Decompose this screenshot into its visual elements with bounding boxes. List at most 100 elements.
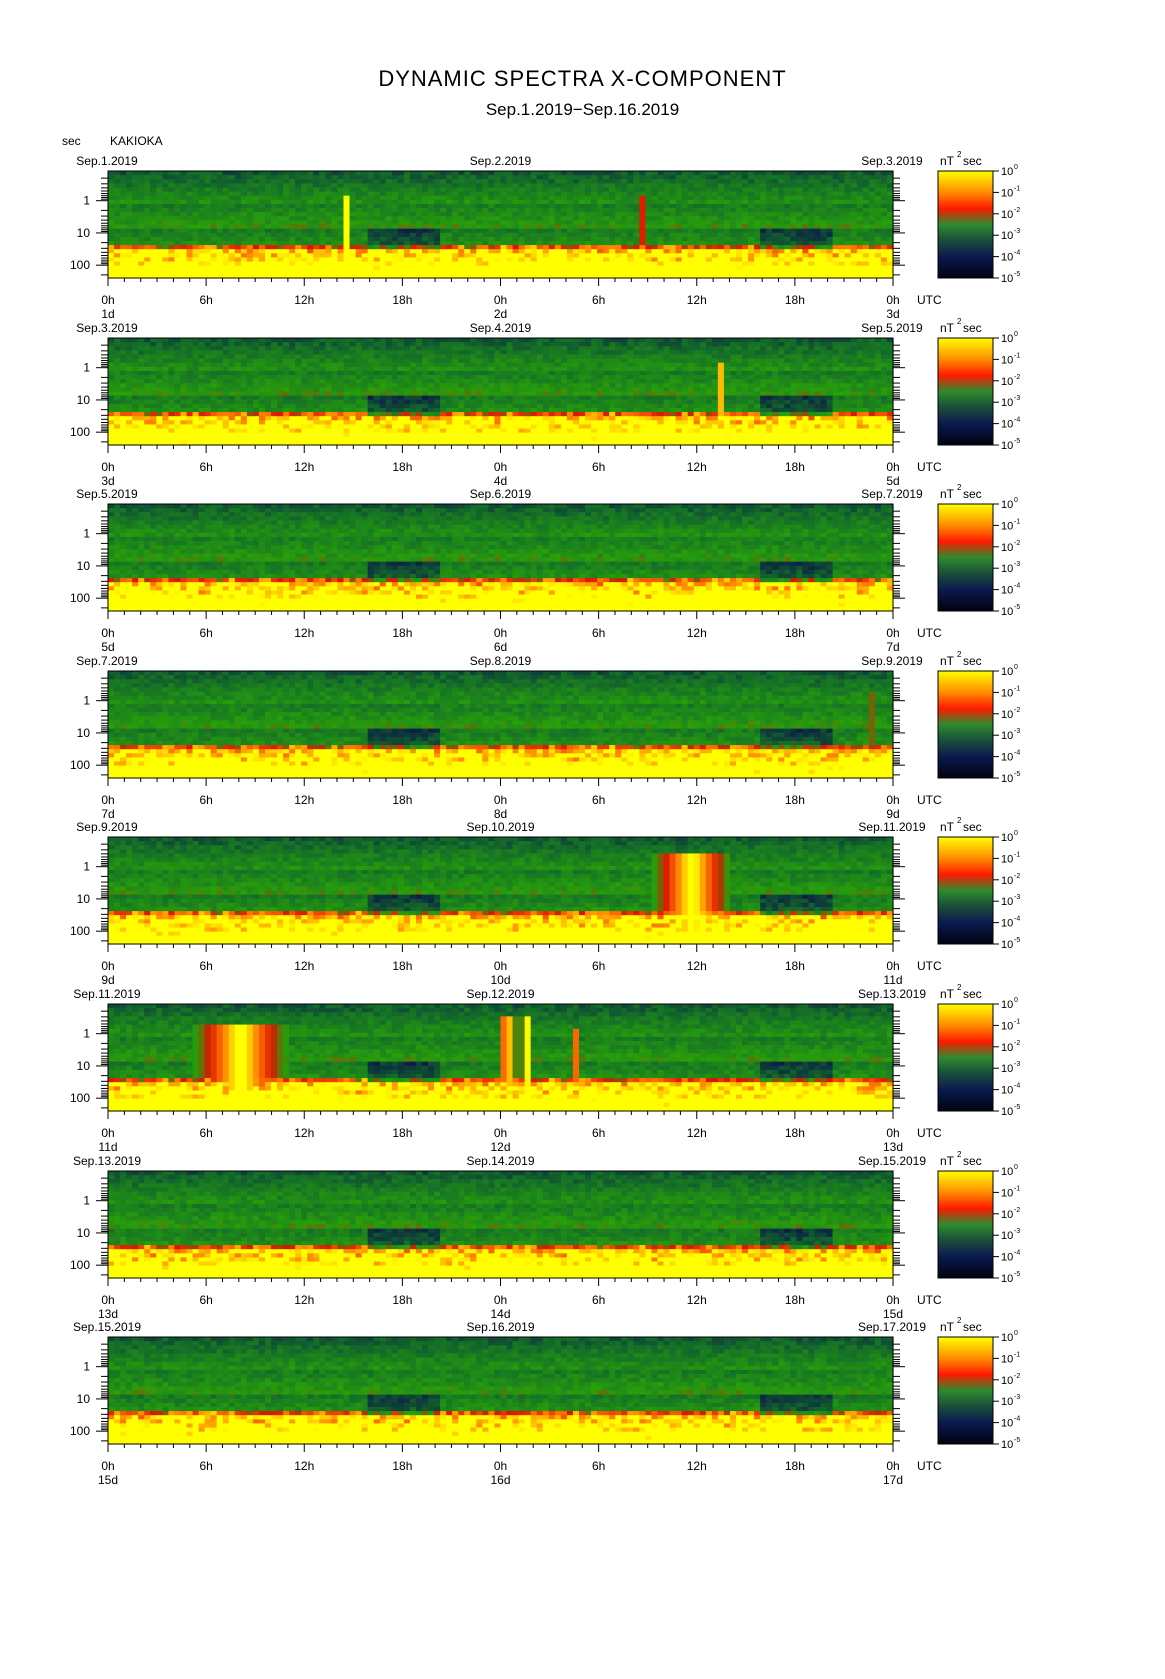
spectrum-cell <box>222 245 230 250</box>
spectrum-cell <box>144 428 151 434</box>
spectrum-cell <box>440 269 447 275</box>
spectrum-cell <box>428 420 435 426</box>
spectrum-cell <box>150 216 157 221</box>
spectrum-cell <box>258 195 266 201</box>
spectrum-cell <box>440 187 447 193</box>
spectrum-cell <box>337 179 345 184</box>
spectrum-cell <box>434 399 441 405</box>
spectrum-cell <box>415 383 423 388</box>
spectrum-cell <box>295 412 302 417</box>
spectrum-cell <box>355 407 363 413</box>
spectrum-cell <box>415 366 423 372</box>
spectrum-cell <box>216 253 224 259</box>
spectrum-cell <box>156 257 163 263</box>
spectrum-cell <box>138 399 145 405</box>
spectrum-cell <box>132 412 139 417</box>
spectrum-cell <box>367 208 375 213</box>
spectrum-cell <box>210 358 218 364</box>
spectrum-cell <box>210 257 218 263</box>
spectrum-cell <box>174 269 182 275</box>
spectrum-cell <box>108 412 115 417</box>
spectrum-cell <box>518 220 526 226</box>
spectrum-cell <box>422 424 429 430</box>
spectrum-cell <box>627 261 634 267</box>
spectrum-cell <box>772 183 779 189</box>
spectrum-cell <box>373 175 381 180</box>
spectrum-cell <box>126 253 133 259</box>
spectrum-cell <box>512 236 520 242</box>
spectrum-cell <box>162 424 169 430</box>
spectrum-cell <box>144 354 151 360</box>
spectrum-cell <box>814 228 822 234</box>
spectrum-cell <box>331 428 339 434</box>
spectrum-cell <box>711 220 719 226</box>
spectrum-cell <box>657 195 665 201</box>
spectrum-cell <box>748 232 755 238</box>
spectrum-cell <box>343 216 351 221</box>
spectrum-cell <box>174 183 182 189</box>
spectrum-cell <box>428 416 435 421</box>
spectrum-cell <box>397 179 405 184</box>
spectrum-cell <box>361 428 369 434</box>
spectrum-cell <box>585 203 592 209</box>
spectrum-cell <box>500 191 508 197</box>
spectrum-cell <box>464 224 471 230</box>
spectrum-cell <box>512 171 520 176</box>
spectrum-cell <box>343 420 351 426</box>
spectrum-cell <box>379 224 387 230</box>
spectrum-cell <box>349 395 357 401</box>
spectrum-cell <box>222 338 230 343</box>
spectrum-cell <box>174 257 182 263</box>
spectrum-cell <box>228 407 236 413</box>
spectrum-cell <box>729 245 737 250</box>
spectrum-cell <box>240 338 248 343</box>
spectrum-cell <box>784 187 791 193</box>
spectrum-cell <box>693 212 701 217</box>
spectrum-cell <box>144 269 151 275</box>
spectrum-cell <box>663 208 671 213</box>
spectrum-cell <box>603 203 610 209</box>
spectrum-cell <box>850 240 858 246</box>
spectrum-cell <box>856 236 864 242</box>
spectrum-cell <box>379 236 387 242</box>
spectrum-cell <box>168 399 176 405</box>
spectrum-cell <box>373 261 381 267</box>
spectrum-cell <box>210 338 218 343</box>
spectrum-cell <box>880 183 888 189</box>
spectrum-cell <box>210 253 218 259</box>
spectrum-cell <box>681 240 689 246</box>
spectrum-cell <box>198 183 206 189</box>
spectrum-cell <box>319 412 326 417</box>
spectrum-cell <box>669 224 677 230</box>
spectrum-cell <box>367 216 375 221</box>
spectrum-cell <box>114 171 121 176</box>
spectrum-cell <box>258 208 266 213</box>
spectrum-cell <box>367 383 375 388</box>
spectrum-cell <box>156 346 163 351</box>
spectrum-cell <box>488 265 496 271</box>
spectrum-cell <box>234 183 242 189</box>
spectrum-cell <box>337 224 345 230</box>
spectrum-cell <box>228 420 236 426</box>
spectrum-cell <box>778 261 785 267</box>
spectrum-cell <box>699 216 707 221</box>
spectrum-cell <box>246 253 254 259</box>
spectrum-cell <box>150 195 157 201</box>
spectrum-cell <box>512 199 520 205</box>
spectrum-cell <box>482 183 490 189</box>
spectrum-cell <box>108 346 115 351</box>
spectrum-cell <box>742 191 749 197</box>
spectrum-cell <box>585 179 592 184</box>
spectrum-cell <box>464 179 471 184</box>
spectrum-cell <box>361 399 369 405</box>
spectrum-cell <box>204 375 212 380</box>
spectrum-cell <box>319 183 326 189</box>
spectrum-cell <box>397 191 405 197</box>
spectrum-cell <box>258 253 266 259</box>
spectrum-cell <box>373 183 381 189</box>
spectrum-cell <box>699 253 707 259</box>
spectrum-cell <box>742 253 749 259</box>
spectrum-cell <box>391 187 399 193</box>
spectrum-cell <box>838 220 846 226</box>
spectrum-cell <box>434 216 441 221</box>
